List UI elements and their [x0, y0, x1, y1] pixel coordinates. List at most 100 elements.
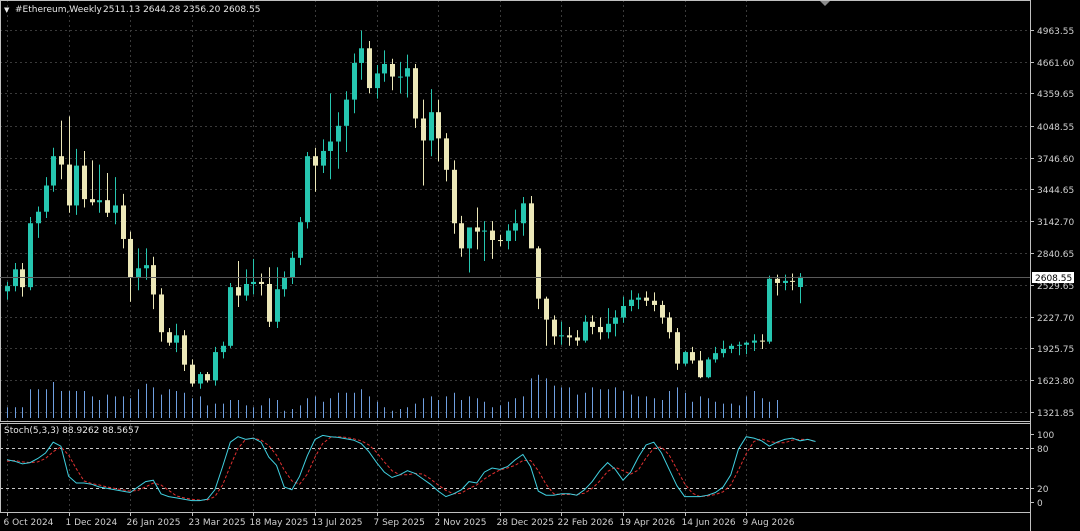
time-tick-label: 1 Dec 2024 — [66, 518, 118, 528]
candle-body — [675, 332, 680, 364]
candle-body — [382, 64, 387, 74]
candle-body — [136, 268, 141, 278]
candle-body — [683, 352, 688, 364]
symbol-title: #Ethereum,Weekly — [15, 5, 103, 15]
candle-body — [321, 150, 326, 166]
candle-body — [552, 319, 557, 337]
candle-body — [760, 340, 765, 342]
candle-body — [767, 278, 772, 342]
candle-body — [652, 300, 657, 305]
candle-body — [375, 73, 380, 89]
candle-body — [475, 227, 480, 232]
candle-body — [51, 156, 56, 186]
time-tick-label: 6 Oct 2024 — [4, 518, 54, 528]
candle-body — [667, 317, 672, 333]
candle-body — [213, 352, 218, 381]
time-tick-label: 22 Feb 2026 — [558, 518, 614, 528]
price-tick-label: 3746.60 — [1037, 155, 1074, 165]
candle-body — [498, 240, 503, 242]
time-tick-label: 19 Apr 2026 — [620, 518, 676, 528]
price-tick-label: 1925.75 — [1037, 345, 1074, 355]
candle-body — [544, 298, 549, 320]
candle-body — [490, 230, 495, 240]
time-tick-label: 14 Jun 2026 — [682, 518, 736, 528]
candle-body — [506, 230, 511, 242]
candle-body — [328, 141, 333, 151]
candle-body — [251, 281, 256, 284]
candle-body — [244, 284, 249, 296]
candle-body — [128, 238, 133, 278]
candle-body — [459, 223, 464, 249]
candle-body — [452, 169, 457, 224]
header-arrow-icon[interactable]: ▼ — [4, 6, 10, 14]
candle-body — [305, 156, 310, 223]
candle-body — [336, 125, 341, 142]
candle-body — [513, 223, 518, 231]
candle-body — [721, 348, 726, 354]
candle-body — [744, 342, 749, 345]
candle-body — [529, 203, 534, 249]
candle-body — [167, 332, 172, 343]
candle-body — [621, 306, 626, 318]
candle-body — [344, 99, 349, 126]
candle-body — [629, 299, 634, 306]
price-tick-label: 4359.65 — [1037, 90, 1074, 100]
candle-body — [583, 321, 588, 341]
candle-body — [313, 156, 318, 166]
candle-body — [67, 164, 72, 206]
stoch-level-label: 80 — [1037, 445, 1049, 455]
candle-body — [367, 48, 372, 89]
price-tick-label: 4048.55 — [1037, 123, 1074, 133]
candle-body — [690, 352, 695, 361]
candle-body — [482, 230, 487, 232]
candle-body — [113, 205, 118, 213]
price-tick-label: 3142.70 — [1037, 218, 1074, 228]
candle-body — [598, 326, 603, 333]
time-tick-label: 18 May 2025 — [250, 518, 309, 528]
candle-body — [97, 200, 102, 203]
candle-body — [660, 304, 665, 318]
stoch-level-label: 100 — [1037, 431, 1054, 441]
candle-body — [267, 284, 272, 322]
candle-body — [783, 280, 788, 283]
candle-body — [536, 248, 541, 299]
price-tick-label: 2227.70 — [1037, 314, 1074, 324]
price-tick-label: 3444.65 — [1037, 186, 1074, 196]
candle-body — [429, 112, 434, 141]
candle-body — [228, 287, 233, 346]
stoch-title: Stoch(5,3,3) 88.9262 88.5657 — [4, 426, 139, 436]
candle-body — [613, 317, 618, 324]
candle-body — [352, 62, 357, 100]
candle-body — [221, 345, 226, 353]
candle-body — [590, 321, 595, 327]
candle-body — [444, 138, 449, 170]
candle-body — [5, 286, 10, 292]
candle-body — [737, 344, 742, 346]
candle-body — [282, 277, 287, 290]
candle-body — [467, 227, 472, 249]
chart-canvas: 4963.55 4661.60 4359.65 4048.55 3746.60 3444.… — [0, 0, 1080, 531]
candle-body — [636, 297, 641, 300]
candle-body — [290, 257, 295, 278]
time-tick-label: 26 Jan 2025 — [127, 518, 181, 528]
price-tick-label: 4661.60 — [1037, 59, 1074, 69]
candle-body — [59, 156, 64, 165]
candle-body — [405, 68, 410, 77]
candle-body — [521, 203, 526, 224]
candle-body — [105, 200, 110, 213]
time-tick-label: 13 Jul 2025 — [312, 518, 363, 528]
price-tick-label: 2840.65 — [1037, 250, 1074, 260]
candle-body — [698, 360, 703, 378]
candle-body — [798, 276, 803, 288]
candle-body — [567, 335, 572, 338]
candle-body — [151, 265, 156, 295]
candle-body — [259, 281, 264, 284]
candle-body — [298, 222, 303, 258]
candle-body — [90, 199, 95, 203]
time-tick-label: 2 Nov 2025 — [435, 518, 487, 528]
candle-body — [390, 64, 395, 77]
candle-body — [752, 340, 757, 343]
time-tick-label: 23 Mar 2025 — [189, 518, 246, 528]
candle-body — [559, 335, 564, 337]
time-tick-label: 7 Sep 2025 — [374, 518, 425, 528]
